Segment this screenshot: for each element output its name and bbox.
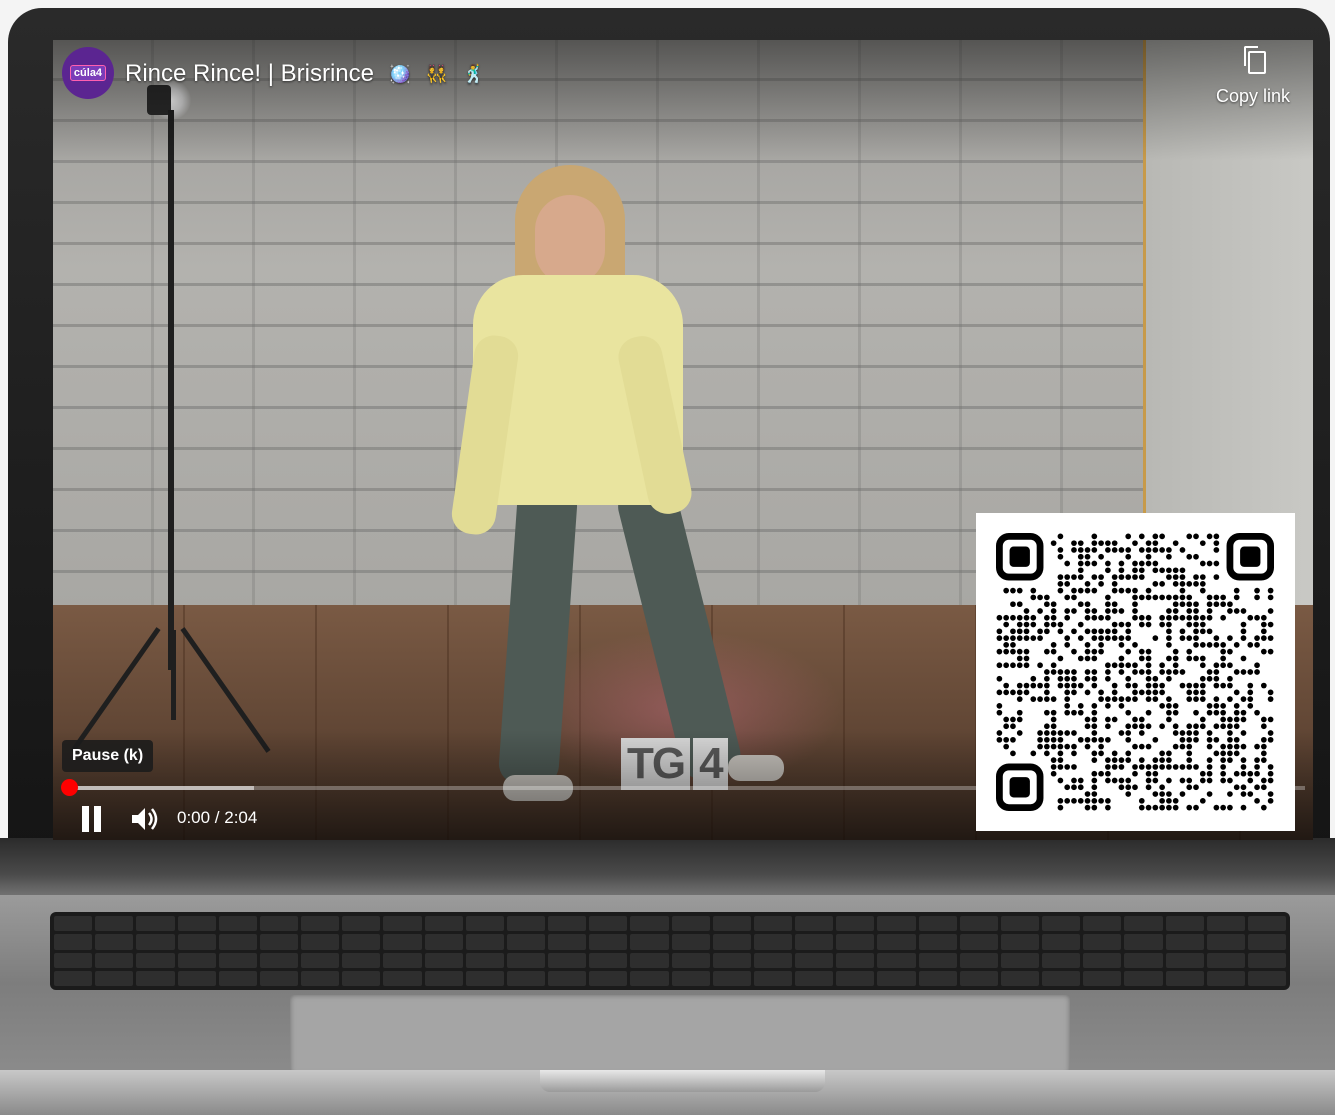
video-scene-dancer <box>449 165 784 805</box>
volume-button[interactable] <box>129 804 161 834</box>
laptop-trackpad <box>290 995 1070 1075</box>
video-title[interactable]: Rince Rince! | Brisrince 🪩 👯 🕺 <box>125 60 485 88</box>
dancers-emoji: 👯 <box>425 64 449 85</box>
video-title-text: Rince Rince! | Brisrince <box>125 60 374 87</box>
channel-avatar[interactable]: cúla4 <box>62 47 114 99</box>
copy-link-label: Copy link <box>1215 86 1291 106</box>
qr-code <box>976 513 1295 831</box>
dancing-man-emoji: 🕺 <box>462 64 486 85</box>
laptop-hinge <box>0 838 1335 898</box>
qr-code-pattern <box>996 533 1274 811</box>
progress-buffered <box>69 786 255 790</box>
copy-link-button[interactable]: Copy link <box>1213 46 1293 107</box>
channel-logo-text: cúla4 <box>69 65 107 81</box>
laptop-keyboard <box>50 912 1290 990</box>
mirror-ball-emoji: 🪩 <box>388 64 412 85</box>
copy-icon <box>1243 46 1266 74</box>
pause-button[interactable] <box>80 804 104 834</box>
time-display: 0:00 / 2:04 <box>177 808 258 827</box>
laptop-notch <box>540 1070 825 1092</box>
video-scene-stand-leg <box>171 630 176 720</box>
volume-icon <box>132 808 158 830</box>
top-gradient <box>53 40 1313 160</box>
pause-tooltip: Pause (k) <box>62 740 154 772</box>
progress-scrubber-handle[interactable] <box>61 779 78 796</box>
video-scene-light-stand <box>168 110 174 670</box>
